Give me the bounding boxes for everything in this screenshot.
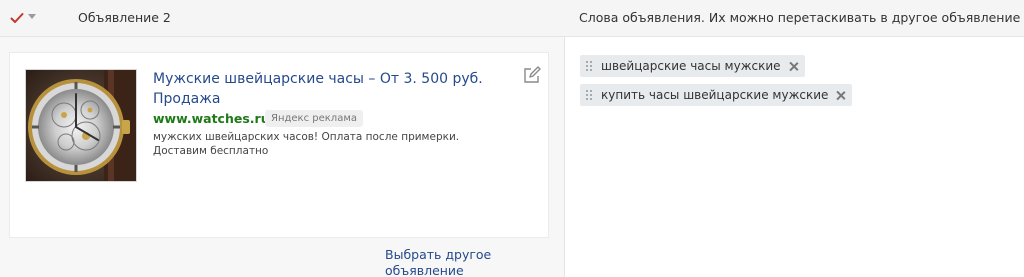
ad-card: Мужские швейцарские часы – От 3. 500 руб… bbox=[9, 52, 549, 238]
watch-image bbox=[25, 69, 137, 182]
keyword-chip[interactable]: швейцарские часы мужские bbox=[580, 55, 805, 77]
keyword-chip[interactable]: купить часы швейцарские мужские bbox=[580, 84, 853, 106]
close-icon[interactable] bbox=[789, 62, 798, 71]
keyword-label: купить часы швейцарские мужские bbox=[601, 88, 829, 102]
ad-preview-panel: Мужские швейцарские часы – От 3. 500 руб… bbox=[0, 37, 565, 277]
ad-title[interactable]: Мужские швейцарские часы – От 3. 500 руб… bbox=[153, 69, 493, 109]
caret-down-icon[interactable] bbox=[28, 14, 36, 19]
keywords-title: Слова объявления. Их можно перетаскивать… bbox=[579, 10, 1021, 25]
header-bar: Объявление 2 Слова объявления. Их можно … bbox=[0, 0, 1024, 37]
drag-handle-icon[interactable] bbox=[586, 61, 592, 71]
select-checkbox[interactable] bbox=[8, 9, 26, 27]
check-icon bbox=[10, 13, 24, 23]
keyword-label: швейцарские часы мужские bbox=[601, 59, 781, 73]
ad-text: мужских швейцарских часов! Оплата после … bbox=[153, 131, 460, 157]
ad-url[interactable]: www.watches.ru bbox=[153, 111, 270, 126]
drag-handle-icon[interactable] bbox=[586, 90, 592, 100]
ad-label-badge: Яндекс реклама bbox=[265, 110, 364, 127]
ad-number-title: Объявление 2 bbox=[78, 10, 171, 25]
close-icon[interactable] bbox=[836, 91, 845, 100]
keywords-panel: швейцарские часы мужские купить часы шве… bbox=[565, 37, 1024, 277]
edit-icon[interactable] bbox=[522, 65, 542, 85]
keyword-list: швейцарские часы мужские купить часы шве… bbox=[580, 55, 853, 113]
choose-another-ad-link[interactable]: Выбрать другое объявление bbox=[385, 247, 564, 277]
